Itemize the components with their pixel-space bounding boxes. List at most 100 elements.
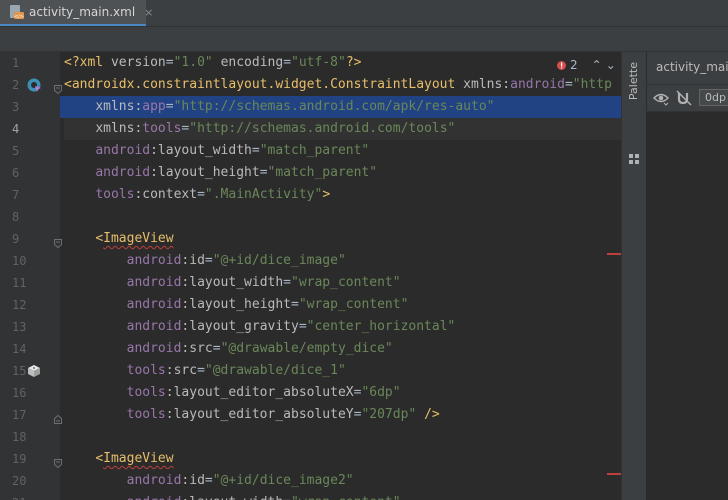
code-line[interactable]: 5 android:layout_width="match_parent": [0, 140, 621, 162]
code-token: ".MainActivity": [204, 187, 323, 202]
code-text[interactable]: tools:context=".MainActivity">: [64, 184, 621, 206]
code-line[interactable]: 4 xmlns:tools="http://schemas.android.co…: [0, 118, 621, 140]
line-number[interactable]: 19: [0, 448, 60, 470]
code-text[interactable]: <?xml version="1.0" encoding="utf-8"?>: [64, 52, 621, 74]
code-text[interactable]: tools:layout_editor_absoluteY="207dp" />: [64, 404, 621, 426]
code-text[interactable]: android:layout_height="wrap_content": [64, 294, 621, 316]
code-text[interactable]: android:layout_width="wrap_content": [64, 272, 621, 294]
code-line[interactable]: 19 <ImageView: [0, 448, 621, 470]
code-line[interactable]: 10 android:id="@+id/dice_image": [0, 250, 621, 272]
svg-text:</>: </>: [14, 14, 24, 20]
fold-marker-icon[interactable]: [54, 410, 62, 424]
code-text[interactable]: android:layout_gravity="center_horizonta…: [64, 316, 621, 338]
error-stripe-marker[interactable]: [607, 473, 621, 475]
error-stripe-marker[interactable]: [607, 253, 621, 255]
code-text[interactable]: android:layout_width="wrap_content": [64, 492, 621, 500]
tab-activity-main-xml[interactable]: </> activity_main.xml ×: [0, 0, 153, 26]
code-line[interactable]: 21 android:layout_width="wrap_content": [0, 492, 621, 500]
code-line[interactable]: 6 android:layout_height="match_parent": [0, 162, 621, 184]
activity-link-icon[interactable]: [26, 77, 42, 93]
code-line[interactable]: 16 tools:layout_editor_absoluteX="6dp": [0, 382, 621, 404]
code-line[interactable]: 15 tools:src="@drawable/dice_1": [0, 360, 621, 382]
line-number[interactable]: 14: [0, 338, 60, 360]
code-text[interactable]: <ImageView: [64, 228, 621, 250]
code-line[interactable]: 1 <?xml version="1.0" encoding="utf-8"?>: [0, 52, 621, 74]
code-token: "match_parent": [267, 165, 378, 180]
line-number[interactable]: 18: [0, 426, 60, 448]
code-text[interactable]: tools:layout_editor_absoluteX="6dp": [64, 382, 621, 404]
line-number[interactable]: 4: [0, 118, 60, 140]
magnet-icon[interactable]: [676, 90, 692, 106]
code-text[interactable]: xmlns:tools="http://schemas.android.com/…: [64, 118, 621, 140]
next-highlight-icon[interactable]: ⌄: [606, 58, 616, 72]
code-line[interactable]: 9 <ImageView: [0, 228, 621, 250]
code-text[interactable]: xmlns:app="http://schemas.android.com/ap…: [64, 96, 621, 118]
code-text[interactable]: <androidx.constraintlayout.widget.Constr…: [64, 74, 621, 96]
code-line[interactable]: 11 android:layout_width="wrap_content": [0, 272, 621, 294]
previous-highlight-icon[interactable]: ⌃: [592, 58, 602, 72]
line-number[interactable]: 1: [0, 52, 60, 74]
code-line[interactable]: 17 tools:layout_editor_absoluteY="207dp"…: [0, 404, 621, 426]
code-token: :id: [181, 473, 205, 488]
code-text[interactable]: [64, 206, 621, 228]
code-token: android: [510, 77, 565, 92]
drawable-preview-icon[interactable]: [26, 363, 42, 379]
code-text[interactable]: tools:src="@drawable/dice_1": [64, 360, 621, 382]
eye-icon[interactable]: [653, 91, 669, 106]
line-number[interactable]: 17: [0, 404, 60, 426]
code-line[interactable]: 14 android:src="@drawable/empty_dice": [0, 338, 621, 360]
code-line[interactable]: 18: [0, 426, 621, 448]
line-number[interactable]: 20: [0, 470, 60, 492]
line-number[interactable]: 5: [0, 140, 60, 162]
line-number[interactable]: 16: [0, 382, 60, 404]
code-text[interactable]: android:src="@drawable/empty_dice": [64, 338, 621, 360]
code-text[interactable]: android:layout_height="match_parent": [64, 162, 621, 184]
design-canvas[interactable]: [647, 112, 728, 500]
code-token: =: [251, 143, 260, 158]
line-number[interactable]: 6: [0, 162, 60, 184]
code-line[interactable]: 20 android:id="@+id/dice_image2": [0, 470, 621, 492]
code-line[interactable]: 7 tools:context=".MainActivity">: [0, 184, 621, 206]
code-token: xml: [79, 55, 111, 70]
tab-close-icon[interactable]: ×: [144, 6, 153, 19]
code-token: xmlns:: [95, 121, 143, 136]
line-number[interactable]: 10: [0, 250, 60, 272]
code-text[interactable]: android:id="@+id/dice_image": [64, 250, 621, 272]
code-token: tools: [95, 187, 135, 202]
code-text[interactable]: [64, 426, 621, 448]
code-token: >: [322, 187, 331, 202]
design-panel: activity_main 0dp: [647, 52, 728, 500]
line-number[interactable]: 3: [0, 96, 60, 118]
line-number[interactable]: 12: [0, 294, 60, 316]
line-number[interactable]: 21: [0, 492, 60, 500]
fold-marker-icon[interactable]: [54, 234, 62, 249]
code-line[interactable]: 8: [0, 206, 621, 228]
fold-marker-icon[interactable]: [54, 80, 62, 95]
line-number[interactable]: 13: [0, 316, 60, 338]
inspection-widget[interactable]: 2 ⌃ ⌄: [553, 56, 620, 74]
code-text[interactable]: android:layout_width="match_parent": [64, 140, 621, 162]
code-line[interactable]: 2 <androidx.constraintlayout.widget.Const…: [0, 74, 621, 96]
code-token: android: [126, 297, 182, 312]
code-token: ImageView: [103, 231, 174, 246]
code-token: :src: [181, 341, 213, 356]
code-line[interactable]: 12 android:layout_height="wrap_content": [0, 294, 621, 316]
palette-tool-strip[interactable]: Palette: [622, 52, 647, 500]
code-line[interactable]: 13 android:layout_gravity="center_horizo…: [0, 316, 621, 338]
fold-marker-icon[interactable]: [54, 454, 62, 469]
palette-tab[interactable]: Palette: [627, 62, 641, 122]
line-number[interactable]: 7: [0, 184, 60, 206]
code-editor[interactable]: 1 <?xml version="1.0" encoding="utf-8"?> 2…: [0, 52, 621, 500]
palette-label: Palette: [627, 62, 640, 101]
line-number[interactable]: 9: [0, 228, 60, 250]
code-text[interactable]: <ImageView: [64, 448, 621, 470]
default-margin-field[interactable]: 0dp: [699, 89, 728, 106]
code-text[interactable]: android:id="@+id/dice_image2": [64, 470, 621, 492]
line-number[interactable]: 11: [0, 272, 60, 294]
line-number[interactable]: 8: [0, 206, 60, 228]
code-line[interactable]: 3 xmlns:app="http://schemas.android.com/…: [0, 96, 621, 118]
code-token: encoding: [220, 55, 284, 70]
